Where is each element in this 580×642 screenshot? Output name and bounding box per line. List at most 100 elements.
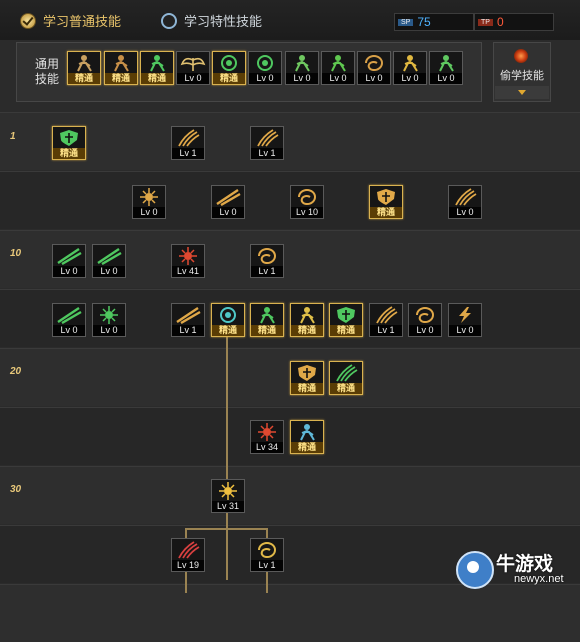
skill-slot-t15[interactable]: Lv 1 <box>171 303 205 337</box>
figure-glow-icon <box>324 54 352 72</box>
site-url: newyx.net <box>514 573 564 585</box>
skill-slot-t26[interactable]: 精通 <box>290 420 324 454</box>
skill-level-label: Lv 41 <box>172 266 204 277</box>
skill-slot-t22[interactable]: Lv 0 <box>448 303 482 337</box>
skill-tree-row <box>0 230 580 288</box>
spiral-icon <box>360 54 388 72</box>
twin-fighters-icon <box>293 306 321 324</box>
skill-slot-t19[interactable]: 精通 <box>329 303 363 337</box>
skill-slot-g10[interactable]: Lv 0 <box>393 51 427 85</box>
skill-slot-g8[interactable]: Lv 0 <box>321 51 355 85</box>
holy-cross-icon <box>332 306 360 324</box>
sp-value: 75 <box>417 15 431 29</box>
chevron-down-icon[interactable] <box>495 86 549 99</box>
strongman-icon <box>396 54 424 72</box>
skill-level-label: Lv 0 <box>93 325 125 336</box>
skill-slot-t29[interactable]: Lv 1 <box>250 538 284 572</box>
vortex-icon <box>253 247 281 265</box>
tab-general-skills-label: 学习普通技能 <box>43 14 122 29</box>
skill-link-line <box>185 528 268 530</box>
skill-slot-t3[interactable]: Lv 1 <box>250 126 284 160</box>
skill-slot-t1[interactable]: 精通 <box>52 126 86 160</box>
skill-slot-t11[interactable]: Lv 41 <box>171 244 205 278</box>
skill-level-label: Lv 0 <box>93 266 125 277</box>
flame-strike-icon <box>174 247 202 265</box>
skill-slot-t7[interactable]: 精通 <box>369 185 403 219</box>
skill-level-label: 精通 <box>68 73 100 84</box>
skill-slot-t20[interactable]: Lv 1 <box>369 303 403 337</box>
whirl-slash-icon <box>293 188 321 206</box>
skill-slot-t21[interactable]: Lv 0 <box>408 303 442 337</box>
steal-skills-button[interactable]: 偷学技能 <box>493 42 551 102</box>
crosshair-icon <box>215 54 243 72</box>
explosion-icon <box>214 482 242 500</box>
skill-level-label: 精通 <box>105 73 137 84</box>
skill-slot-t24[interactable]: 精通 <box>329 361 363 395</box>
skill-slot-g5[interactable]: 精通 <box>212 51 246 85</box>
blood-burst-icon <box>253 423 281 441</box>
skill-slot-t6[interactable]: Lv 10 <box>290 185 324 219</box>
skill-slot-g11[interactable]: Lv 0 <box>429 51 463 85</box>
skill-level-label: 精通 <box>212 325 244 336</box>
skill-slot-t4[interactable]: Lv 0 <box>132 185 166 219</box>
skill-slot-t9[interactable]: Lv 0 <box>52 244 86 278</box>
required-level-marker: 30 <box>10 484 22 495</box>
skill-level-label: Lv 0 <box>53 266 85 277</box>
skill-level-label: 精通 <box>291 383 323 394</box>
skill-slot-t8[interactable]: Lv 0 <box>448 185 482 219</box>
general-skills-label: 通用技能 <box>34 57 59 86</box>
leap-icon <box>107 54 135 72</box>
skill-level-label: 精通 <box>53 148 85 159</box>
skill-level-label: 精通 <box>370 207 402 218</box>
skill-slot-g1[interactable]: 精通 <box>67 51 101 85</box>
skill-slot-t27[interactable]: Lv 31 <box>211 479 245 513</box>
skill-slot-t18[interactable]: 精通 <box>290 303 324 337</box>
skill-slot-g4[interactable]: Lv 0 <box>176 51 210 85</box>
lightning-icon <box>451 306 479 324</box>
skill-slot-t10[interactable]: Lv 0 <box>92 244 126 278</box>
skill-slot-g6[interactable]: Lv 0 <box>248 51 282 85</box>
tab-general-skills[interactable]: 学习普通技能 <box>20 11 121 30</box>
skill-level-label: Lv 1 <box>172 325 204 336</box>
skill-slot-t25[interactable]: Lv 34 <box>250 420 284 454</box>
skill-slot-t2[interactable]: Lv 1 <box>171 126 205 160</box>
row-divider <box>0 525 580 526</box>
required-level-marker: 20 <box>10 366 22 377</box>
skill-level-label: Lv 0 <box>430 73 462 84</box>
crescent-icon <box>411 306 439 324</box>
skill-level-label: Lv 0 <box>133 207 165 218</box>
skill-level-label: Lv 0 <box>322 73 354 84</box>
required-level-marker: 1 <box>10 131 16 142</box>
tp-tag: TP <box>478 18 493 26</box>
thrust-icon <box>214 188 242 206</box>
skill-level-label: 精通 <box>251 325 283 336</box>
row-divider <box>0 407 580 408</box>
tp-value: 0 <box>496 15 504 29</box>
skill-slot-g2[interactable]: 精通 <box>104 51 138 85</box>
skill-slot-t14[interactable]: Lv 0 <box>92 303 126 337</box>
green-slab-icon <box>55 306 83 324</box>
tab-special-skills[interactable]: 学习特性技能 <box>161 11 262 30</box>
skill-slot-t16[interactable]: 精通 <box>211 303 245 337</box>
skill-level-label: Lv 0 <box>53 325 85 336</box>
skill-slot-g7[interactable]: Lv 0 <box>285 51 319 85</box>
skill-slot-t23[interactable]: 精通 <box>290 361 324 395</box>
skill-level-label: Lv 1 <box>370 325 402 336</box>
skill-level-label: 精通 <box>141 73 173 84</box>
row-divider <box>0 112 580 113</box>
shield-emblem-icon <box>372 188 400 206</box>
skill-slot-g9[interactable]: Lv 0 <box>357 51 391 85</box>
skill-slot-t17[interactable]: 精通 <box>250 303 284 337</box>
skill-slot-t28[interactable]: Lv 19 <box>171 538 205 572</box>
site-name: 牛游戏 <box>496 554 554 575</box>
steal-skills-label: 偷学技能 <box>500 70 544 82</box>
skill-level-label: 精通 <box>330 325 362 336</box>
skill-slot-t13[interactable]: Lv 0 <box>52 303 86 337</box>
skill-level-label: Lv 34 <box>251 442 283 453</box>
site-logo-icon <box>456 551 494 589</box>
skill-level-label: Lv 0 <box>409 325 441 336</box>
crosshair-star-icon <box>251 54 279 72</box>
skill-slot-t12[interactable]: Lv 1 <box>250 244 284 278</box>
skill-slot-g3[interactable]: 精通 <box>140 51 174 85</box>
skill-slot-t5[interactable]: Lv 0 <box>211 185 245 219</box>
